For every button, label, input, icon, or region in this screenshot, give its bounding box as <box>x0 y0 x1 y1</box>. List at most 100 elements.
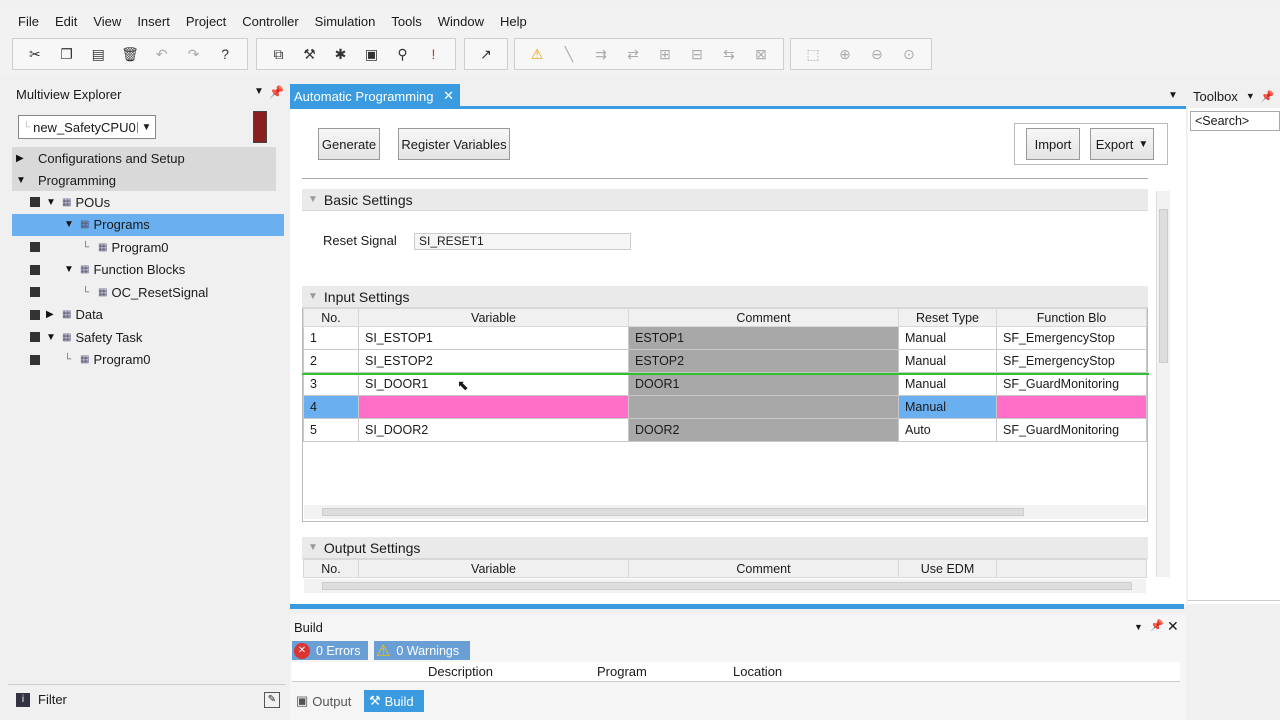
column-description[interactable]: Description <box>428 664 493 679</box>
errors-filter-button[interactable]: ✕ 0 Errors <box>292 641 368 660</box>
collapse-icon[interactable]: ▼ <box>64 264 78 275</box>
chevron-down-icon[interactable]: ▼ <box>1134 622 1143 632</box>
collapse-icon[interactable]: ▼ <box>64 219 78 230</box>
toolbox-search-input[interactable]: <Search> <box>1190 111 1280 131</box>
copy-icon[interactable]: ❐ <box>51 42 83 66</box>
help-icon[interactable]: ? <box>209 42 241 66</box>
zoom-100-icon[interactable]: ⊙ <box>893 42 925 66</box>
menu-tools[interactable]: Tools <box>383 14 429 29</box>
paste-icon[interactable]: ▤ <box>82 42 114 66</box>
collapse-icon[interactable]: ▼ <box>46 332 60 343</box>
scroll-thumb[interactable] <box>322 508 1024 516</box>
pencil-icon[interactable]: ╲ <box>553 42 585 66</box>
menu-insert[interactable]: Insert <box>129 14 178 29</box>
tree-item-data[interactable]: ▶ ▦ Data <box>12 304 284 326</box>
close-icon[interactable]: ✕ <box>1167 618 1179 635</box>
cell-reset[interactable]: Manual <box>898 395 997 419</box>
scroll-thumb[interactable] <box>322 582 1132 590</box>
window-icon[interactable]: ⧉ <box>263 42 294 66</box>
tree-item-safety-task[interactable]: ▼ ▦ Safety Task <box>12 326 284 348</box>
cell-comment[interactable] <box>628 395 899 419</box>
tree-item-program0[interactable]: └ ▦ Program0 <box>12 349 284 371</box>
tree-item-program0[interactable]: └ ▦ Program0 <box>12 236 284 258</box>
cell-no[interactable]: 3 <box>303 372 359 396</box>
cell-reset[interactable]: Manual <box>898 372 997 396</box>
table-row[interactable]: 4 Manual <box>303 395 1147 419</box>
reset-signal-input[interactable]: SI_RESET1 <box>414 233 631 250</box>
zoom-out-icon[interactable]: ⊖ <box>861 42 893 66</box>
tab-build[interactable]: ⚒ Build <box>364 690 424 712</box>
zoom-in-icon[interactable]: ⊕ <box>829 42 861 66</box>
tree-item-oc-resetsignal[interactable]: └ ▦ OC_ResetSignal <box>12 281 284 303</box>
undo-icon[interactable]: ↶ <box>146 42 178 66</box>
scroll-thumb[interactable] <box>1159 209 1168 363</box>
column-header[interactable]: Reset Type <box>898 308 997 327</box>
diagram-icon[interactable]: ⊟ <box>681 42 713 66</box>
tab-list-dropdown-icon[interactable]: ▼ <box>1168 90 1178 101</box>
column-header[interactable]: Function Blo <box>996 308 1147 327</box>
cut-icon[interactable]: ✂ <box>19 42 51 66</box>
register-variables-button[interactable]: Register Variables <box>398 128 510 160</box>
cell-fb[interactable]: SF_GuardMonitoring <box>996 372 1147 396</box>
column-header[interactable]: Comment <box>628 308 899 327</box>
generate-button[interactable]: Generate <box>318 128 380 160</box>
cell-variable[interactable]: SI_ESTOP2 <box>358 349 629 373</box>
table-row[interactable]: 3 SI_DOOR1 DOOR1 Manual SF_GuardMonitoring <box>303 372 1147 396</box>
editor-vscroll[interactable] <box>1156 191 1170 577</box>
column-header[interactable]: Use EDM <box>898 559 997 578</box>
close-icon[interactable]: ✕ <box>443 88 454 104</box>
menu-file[interactable]: File <box>10 14 47 29</box>
error-icon[interactable]: ! <box>418 42 449 66</box>
find-icon[interactable]: ⚲ <box>387 42 418 66</box>
menu-view[interactable]: View <box>85 14 129 29</box>
basic-settings-header[interactable]: ▼ Basic Settings <box>302 189 1148 211</box>
panel-dropdown-icon[interactable]: ▼ <box>254 86 264 97</box>
column-location[interactable]: Location <box>733 664 782 679</box>
cell-fb[interactable] <box>996 395 1147 419</box>
menu-help[interactable]: Help <box>492 14 535 29</box>
diagram-icon[interactable]: ⇄ <box>617 42 649 66</box>
delete-icon[interactable]: 🗑 <box>114 42 146 66</box>
chevron-down-icon[interactable]: ▼ <box>1246 91 1255 101</box>
diagram-icon[interactable]: ⇆ <box>713 42 745 66</box>
tree-item-pous[interactable]: ▼ ▦ POUs <box>12 191 284 213</box>
tree-item-programs[interactable]: ▼ ▦ Programs <box>12 213 284 236</box>
cell-variable[interactable]: SI_ESTOP1 <box>358 326 629 350</box>
cell-variable[interactable]: SI_DOOR1 <box>358 372 629 396</box>
cell-comment[interactable]: ESTOP2 <box>628 349 899 373</box>
diagram-icon[interactable]: ⊞ <box>649 42 681 66</box>
input-grid-hscroll[interactable] <box>304 505 1146 519</box>
redo-icon[interactable]: ↷ <box>178 42 210 66</box>
export-button[interactable]: Export ▼ <box>1090 128 1154 160</box>
diagram-icon[interactable]: ⊠ <box>745 42 777 66</box>
tab-automatic-programming[interactable]: Automatic Programming ✕ <box>290 84 460 108</box>
pin-icon[interactable]: 📌 <box>1261 90 1275 103</box>
cell-no[interactable]: 4 <box>303 395 359 419</box>
tab-output[interactable]: ▣ Output <box>292 690 362 712</box>
cell-variable[interactable]: SI_DOOR2 <box>358 418 629 442</box>
output-grid-hscroll[interactable] <box>304 579 1146 593</box>
expand-icon[interactable]: ▶ <box>46 309 60 320</box>
cell-reset[interactable]: Manual <box>898 349 997 373</box>
report-icon[interactable]: ▣ <box>356 42 387 66</box>
column-header[interactable]: Variable <box>358 308 629 327</box>
tree-config-header[interactable]: ▶ Configurations and Setup <box>12 147 276 169</box>
column-header[interactable]: Variable <box>358 559 629 578</box>
cell-variable[interactable] <box>358 395 629 419</box>
warnings-filter-button[interactable]: ⚠ 0 Warnings <box>374 641 470 660</box>
cell-reset[interactable]: Manual <box>898 326 997 350</box>
tree-item-function-blocks[interactable]: ▼ ▦ Function Blocks <box>12 259 284 281</box>
menu-project[interactable]: Project <box>178 14 234 29</box>
online-icon[interactable]: ↗ <box>471 42 501 66</box>
pin-icon[interactable]: 📌 <box>1150 619 1164 632</box>
fit-icon[interactable]: ⬚ <box>797 42 829 66</box>
cell-fb[interactable]: SF_EmergencyStop <box>996 349 1147 373</box>
column-header[interactable]: No. <box>303 559 359 578</box>
cell-no[interactable]: 5 <box>303 418 359 442</box>
pin-icon[interactable]: 📌 <box>269 85 284 99</box>
filter-edit-icon[interactable]: ✎ <box>264 691 280 708</box>
cell-comment[interactable]: DOOR2 <box>628 418 899 442</box>
device-select[interactable]: └ new_SafetyCPU0 ▼ <box>18 115 156 139</box>
cell-fb[interactable]: SF_GuardMonitoring <box>996 418 1147 442</box>
output-settings-header[interactable]: ▼ Output Settings <box>302 537 1148 559</box>
